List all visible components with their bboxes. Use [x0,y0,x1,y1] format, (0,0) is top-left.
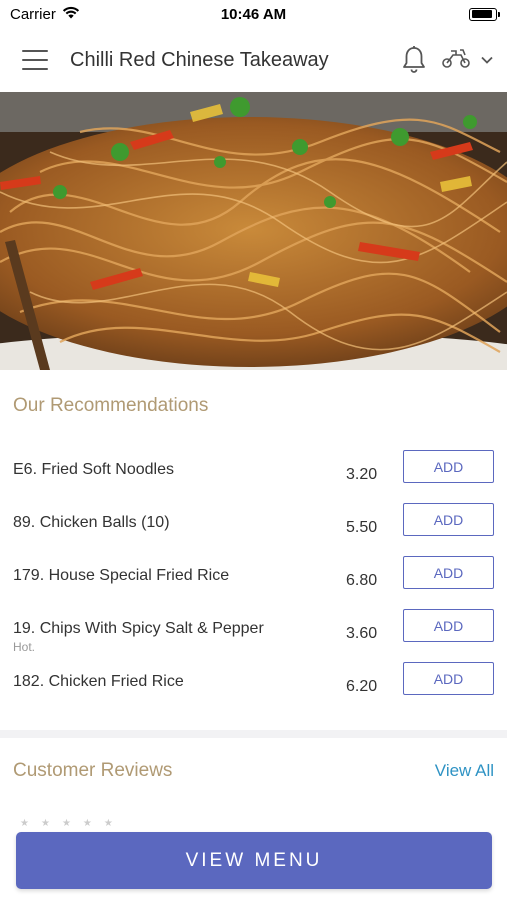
view-all-link[interactable]: View All [435,761,494,781]
item-price: 5.50 [346,519,378,536]
item-name: 19. Chips With Spicy Salt & Pepper [13,620,264,637]
add-button[interactable]: ADD [403,609,494,642]
section-divider [0,730,507,738]
page-title: Chilli Red Chinese Takeaway [70,48,329,71]
item-price: 3.20 [346,466,378,483]
status-bar: Carrier 10:46 AM [0,0,507,28]
battery-icon [469,7,500,21]
item-price: 6.80 [346,572,378,589]
item-name: 179. House Special Fried Rice [13,567,230,584]
scooter-icon [441,47,471,74]
item-name: E6. Fried Soft Noodles [13,461,174,478]
status-left: Carrier [10,6,80,23]
star-icon: ★ [61,818,71,829]
star-icon: ★ [40,818,50,829]
item-price: 3.60 [346,625,378,642]
chevron-down-icon [481,51,493,69]
hero-image [0,92,507,370]
hamburger-menu-icon[interactable] [22,50,48,70]
item-note: Hot. [13,640,36,654]
item-name: 89. Chicken Balls (10) [13,514,170,531]
header-actions [401,45,493,75]
recommendations-section: Our Recommendations E6. Fried Soft Noodl… [0,370,507,730]
bell-icon[interactable] [401,45,427,75]
add-button[interactable]: ADD [403,450,494,483]
reviews-header: Customer Reviews View All [13,760,494,782]
wifi-icon [62,6,80,23]
reviews-title: Customer Reviews [13,760,173,781]
item-name: 182. Chicken Fried Rice [13,673,184,690]
star-icon: ★ [82,818,92,829]
carrier-label: Carrier [10,5,56,23]
noodles-photo [0,92,507,370]
add-button[interactable]: ADD [403,662,494,695]
delivery-selector[interactable] [441,47,493,74]
item-price: 6.20 [346,678,378,695]
recommendations-list: E6. Fried Soft Noodles 3.20 ADD 89. Chic… [13,450,494,725]
battery-fill [471,10,493,18]
star-icon: ★ [20,818,29,829]
add-button[interactable]: ADD [403,556,494,589]
view-menu-button[interactable]: VIEW MENU [16,832,492,889]
add-button[interactable]: ADD [403,503,494,536]
star-icon: ★ [103,818,113,829]
rating-stars: ★ ★ ★ ★ ★ [20,818,113,829]
recommendations-title: Our Recommendations [13,395,209,416]
app-header: Chilli Red Chinese Takeaway [0,28,507,92]
list-item: 182. Chicken Fried Rice 6.20 ADD [13,662,494,725]
